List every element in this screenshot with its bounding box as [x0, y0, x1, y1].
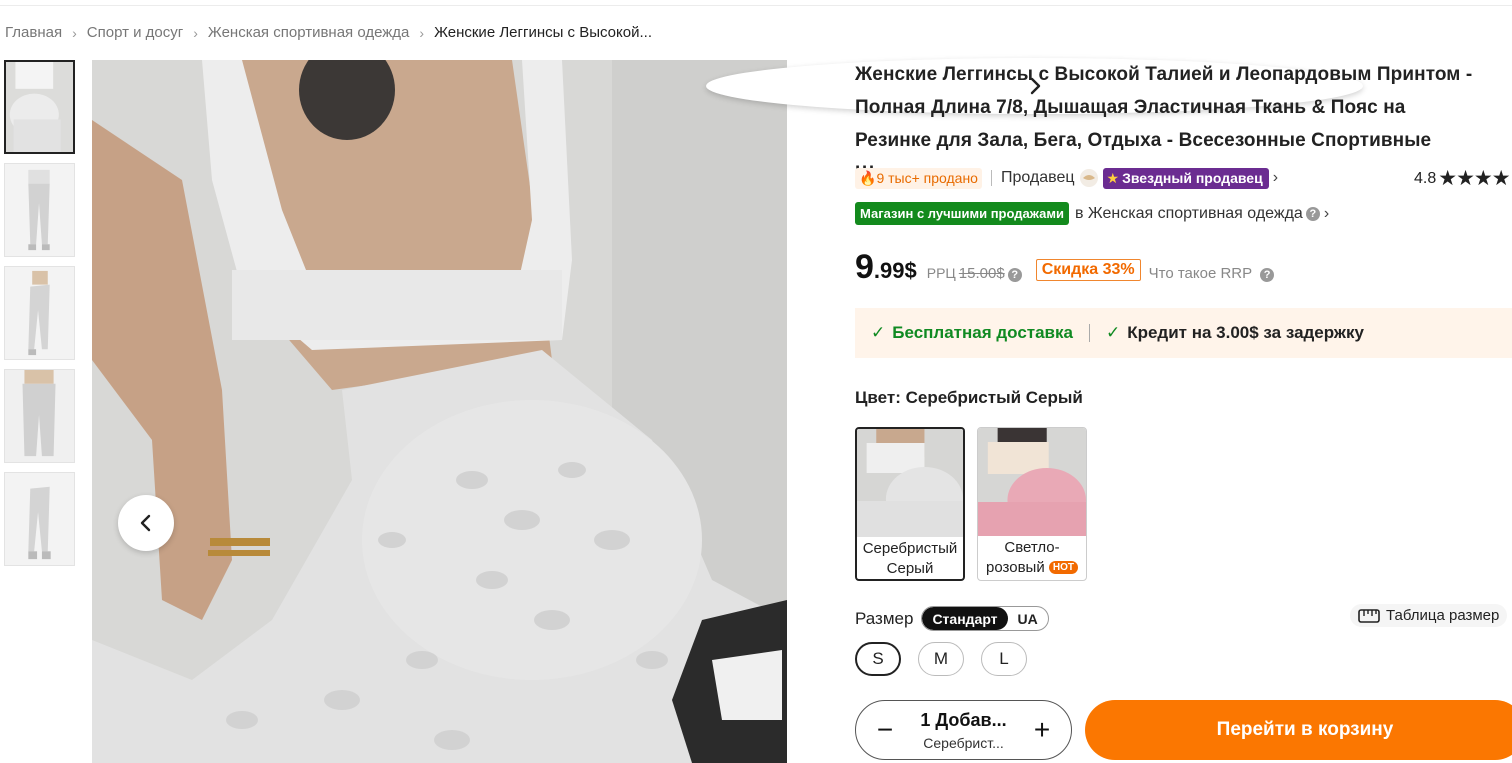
- main-product-image: [92, 60, 787, 763]
- product-info: Женские Леггинсы с Высокой Талией и Леоп…: [855, 58, 1512, 760]
- size-options: S M L: [855, 642, 1044, 676]
- size-option-l[interactable]: L: [981, 642, 1027, 676]
- rrp-value: 15.00$: [958, 265, 1005, 282]
- chevron-right-icon: ›: [419, 24, 425, 41]
- go-to-cart-button[interactable]: Перейти в корзину: [1085, 700, 1512, 760]
- chevron-right-icon: ›: [1323, 204, 1330, 222]
- color-swatch-silver[interactable]: Серебристый Серый: [855, 427, 965, 581]
- breadcrumb: Главная › Спорт и досуг › Женская спорти…: [5, 24, 652, 41]
- chevron-right-icon: ›: [72, 24, 77, 41]
- sold-text: 9 тыс+ продано: [876, 170, 978, 186]
- best-seller-badge: Магазин с лучшими продажами: [855, 202, 1069, 225]
- decrease-quantity-button[interactable]: −: [870, 716, 900, 744]
- rating[interactable]: 4.8 ★★★★: [1414, 166, 1511, 191]
- discount-badge: Скидка 33%: [1035, 259, 1141, 281]
- color-swatch-pink[interactable]: Светло-розовый HOT: [977, 427, 1087, 581]
- hot-badge: HOT: [1048, 561, 1078, 575]
- breadcrumb-category[interactable]: Женская спортивная одежда: [208, 24, 410, 41]
- thumbnail-2[interactable]: [4, 163, 75, 257]
- breadcrumb-current: Женские Леггинсы с Высокой...: [434, 24, 652, 41]
- best-seller-row[interactable]: Магазин с лучшими продажами в Женская сп…: [855, 202, 1329, 225]
- free-shipping-text: Бесплатная доставка: [892, 323, 1073, 342]
- delay-credit: ✓ Кредит на 3.00$ за задержку: [1106, 323, 1364, 343]
- swatch-label-text: Светло-розовый: [986, 539, 1060, 576]
- chevron-right-icon[interactable]: ›: [1273, 169, 1278, 187]
- size-ua-option[interactable]: UA: [1008, 607, 1048, 630]
- size-label: Размер: [855, 608, 914, 628]
- sold-badge: 🔥 9 тыс+ продано: [855, 167, 982, 189]
- what-rrp-link[interactable]: Что такое RRP: [1149, 265, 1253, 282]
- check-icon: ✓: [871, 323, 886, 342]
- rating-value: 4.8: [1414, 169, 1437, 187]
- color-label-prefix: Цвет:: [855, 388, 901, 407]
- swatch-silver-image: [857, 429, 963, 537]
- thumbnail-1[interactable]: [4, 60, 75, 154]
- help-icon[interactable]: ?: [1305, 206, 1320, 221]
- increase-quantity-button[interactable]: +: [1027, 716, 1057, 744]
- help-icon[interactable]: ?: [1007, 268, 1022, 282]
- price-integer: 9: [855, 248, 874, 286]
- quantity-line2: Серебрист...: [923, 734, 1004, 751]
- chevron-left-icon: [140, 514, 151, 532]
- check-icon: ✓: [1105, 323, 1121, 342]
- delay-credit-text: Кредит на 3.00$ за задержку: [1127, 323, 1364, 342]
- color-label: Цвет: Серебристый Серый: [855, 388, 1083, 408]
- best-seller-category: в Женская спортивная одежда: [1074, 204, 1303, 222]
- swatch-label: Серебристый Серый: [862, 540, 958, 577]
- thumbnail-5[interactable]: [4, 472, 75, 566]
- star-seller-text: Звездный продавец: [1122, 170, 1263, 186]
- swatch-label: Светло-розовый HOT: [978, 536, 1086, 578]
- free-shipping: ✓ Бесплатная доставка: [871, 323, 1073, 343]
- chevron-right-icon: ›: [193, 24, 198, 41]
- color-swatches: Серебристый Серый Светло-розовый HOT: [855, 427, 1099, 581]
- top-divider: [0, 5, 1512, 6]
- seller-avatar-icon[interactable]: [1079, 168, 1099, 188]
- rrp-label: РРЦ: [926, 265, 956, 281]
- size-row: Размер Стандарт UA Таблица размер: [855, 604, 1512, 631]
- divider: [990, 170, 992, 186]
- size-standard-toggle: Стандарт UA: [921, 606, 1049, 631]
- price-row: 9 .99$ РРЦ 15.00$ ? Скидка 33% Что такое…: [855, 248, 1275, 287]
- color-selected: Серебристый Серый: [905, 388, 1083, 407]
- thumbnail-list: [4, 60, 76, 575]
- meta-row: 🔥 9 тыс+ продано Продавец ★ Звездный прода…: [855, 166, 1512, 190]
- seller-label[interactable]: Продавец: [1001, 169, 1075, 187]
- size-table-text: Таблица размер: [1386, 607, 1500, 624]
- breadcrumb-home[interactable]: Главная: [5, 24, 62, 41]
- quantity-stepper: − 1 Добав... Серебрист... +: [855, 700, 1072, 760]
- size-option-m[interactable]: M: [918, 642, 964, 676]
- star-seller-badge[interactable]: ★ Звездный продавец: [1102, 167, 1269, 189]
- prev-image-button[interactable]: [118, 495, 174, 551]
- price-decimal: .99$: [873, 258, 917, 283]
- divider: [1088, 324, 1090, 342]
- quantity-line1: 1 Добав...: [920, 709, 1007, 730]
- rating-stars-icon: ★★★★: [1438, 167, 1510, 190]
- breadcrumb-sport[interactable]: Спорт и досуг: [87, 24, 183, 41]
- fire-icon: 🔥: [859, 169, 877, 186]
- size-option-s[interactable]: S: [855, 642, 901, 676]
- swatch-pink-image: [978, 428, 1086, 536]
- shipping-banner[interactable]: ✓ Бесплатная доставка ✓ Кредит на 3.00$ за…: [855, 308, 1512, 358]
- thumbnail-3[interactable]: [4, 266, 75, 360]
- quantity-summary: 1 Добав... Серебрист...: [920, 710, 1006, 751]
- thumbnail-4[interactable]: [4, 369, 75, 463]
- size-table-button[interactable]: Таблица размер: [1350, 604, 1508, 627]
- help-icon[interactable]: ?: [1260, 268, 1275, 282]
- ruler-icon: [1358, 608, 1380, 623]
- star-icon: ★: [1106, 169, 1120, 186]
- size-standard-option[interactable]: Стандарт: [922, 607, 1008, 630]
